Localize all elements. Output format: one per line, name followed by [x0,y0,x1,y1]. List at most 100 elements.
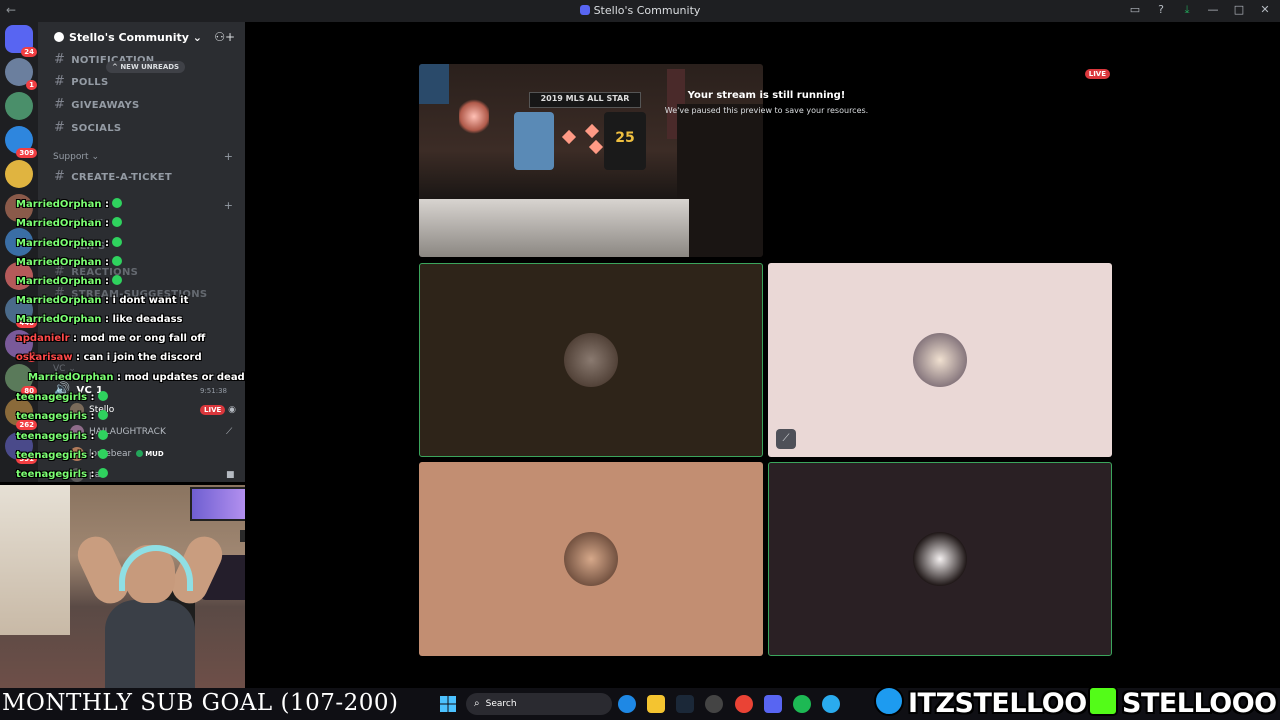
chat-message: MarriedOrphan : [16,198,122,210]
chat-username[interactable]: MarriedOrphan [16,295,102,306]
chat-text: : like deadass [105,313,183,325]
hash-icon: # [54,97,66,112]
telegram-icon[interactable] [822,695,840,713]
chat-message: oskarisaw : can i join the discord [16,352,202,363]
chat-message: MarriedOrphan : [16,236,122,249]
chat-username[interactable]: teenagegirls [16,469,87,480]
emote-icon [97,468,108,479]
chat-username[interactable]: MarriedOrphan [16,199,102,210]
chat-username[interactable]: MarriedOrphan [16,218,102,229]
chat-username[interactable]: teenagegirls [16,392,87,403]
chat-text: : i dont want it [105,294,189,306]
channel-giveaways[interactable]: # GIVEAWAYS [54,97,140,112]
guild-header[interactable]: Stello's Community ⌄ [54,31,202,44]
new-unreads-badge[interactable]: ^ NEW UNREADS [106,61,186,73]
guild-logo-icon [54,32,64,42]
chat-text: : [90,411,95,423]
participant-tile[interactable] [768,462,1112,656]
stream-paused-subtitle: We've paused this preview to save your r… [664,106,869,115]
voice-stage: 2019 MLS ALL STAR 25 LIVE Your stream is… [245,22,1280,688]
unread-count-badge: 1 [26,80,37,90]
channel-polls[interactable]: # POLLS [54,74,108,89]
chat-text: : can i join the discord [76,352,202,364]
title-bar: ← Stello's Community ▭ ? ⤓ — □ ✕ [0,0,1280,22]
server-icon[interactable]: 24 [5,25,37,57]
stream-paused-title: Your stream is still running! [687,90,846,101]
download-icon[interactable]: ⤓ [1180,3,1194,17]
invite-people-icon[interactable]: ⚇+ [214,30,235,44]
chat-username[interactable]: teenagegirls [16,431,87,442]
chat-username[interactable]: MarriedOrphan [16,314,102,325]
category-support[interactable]: Support ⌄ [53,152,99,162]
participant-tile[interactable] [419,462,763,656]
steam-icon[interactable] [676,695,694,713]
channel-socials[interactable]: # SOCIALS [54,120,121,135]
chevron-down-icon: ⌄ [192,31,202,44]
emote-icon [112,198,122,208]
chat-username[interactable]: teenagegirls [16,450,87,461]
avatar [913,333,967,387]
headset [119,545,193,591]
chat-timestamp: 9:51:38 [200,387,227,395]
hex-light [588,139,604,155]
shadow-area [677,104,763,257]
unread-count-badge: 309 [16,148,37,158]
chat-message: teenagegirls : [16,410,108,422]
sub-goal-text: MONTHLY SUB GOAL (107-200) [2,690,399,716]
hash-icon: # [54,52,66,67]
torso [105,600,195,688]
obs-icon[interactable] [705,695,723,713]
chat-message: teenagegirls : [16,391,108,403]
chat-message: MarriedOrphan : [16,275,122,287]
edge-icon[interactable] [618,695,636,713]
chat-text: : [90,392,95,403]
chat-text: : [105,199,109,210]
maximize-icon[interactable]: □ [1232,3,1246,17]
chat-username[interactable]: MarriedOrphan [28,372,114,383]
chat-username[interactable]: MarriedOrphan [16,276,102,287]
add-channel-icon[interactable]: + [224,150,233,163]
bed [419,199,689,257]
kick-handle: STELLOOO [1088,686,1277,719]
server-icon[interactable]: 309 [5,126,37,158]
close-icon[interactable]: ✕ [1258,3,1272,17]
participant-tile[interactable]: ⟋ [768,263,1112,457]
chat-username[interactable]: apdanielr [16,333,70,344]
chat-text: : [105,218,109,230]
chat-username[interactable]: teenagegirls [16,411,87,422]
streamer [71,525,229,688]
chat-text: : [90,449,95,461]
help-icon[interactable]: ? [1154,3,1168,17]
chrome-icon[interactable] [735,695,753,713]
chat-text: : [105,237,109,249]
windows-start-icon[interactable] [440,696,456,712]
emote-icon [97,429,108,440]
server-icon[interactable] [5,92,33,120]
inbox-icon[interactable]: ▭ [1128,3,1142,17]
emote-icon [112,255,122,266]
chat-username[interactable]: oskarisaw [16,352,73,363]
wall-flag [419,64,449,104]
chat-message: MarriedOrphan : [16,255,122,268]
window-title: Stello's Community [0,4,1280,17]
minimize-icon[interactable]: — [1206,3,1220,17]
chat-text: : [90,469,95,481]
discord-icon[interactable] [764,695,782,713]
taskbar-search[interactable]: ⌕ Search [466,693,612,715]
window-controls: ▭ ? ⤓ — □ ✕ [1128,3,1272,17]
chat-message: apdanielr : mod me or ong fall off [16,333,205,344]
server-icon[interactable]: 1 [5,58,37,90]
chat-username[interactable]: MarriedOrphan [16,257,102,268]
kick-icon [1088,686,1118,716]
chat-message: MarriedOrphan : i dont want it [16,295,188,306]
participant-tile[interactable] [419,263,763,457]
guild-icon [579,5,590,15]
mic-muted-icon[interactable]: ⟋ [776,429,796,449]
hash-icon: # [54,74,66,89]
twitter-handle: ITZSTELLOO [874,686,1087,719]
file-explorer-icon[interactable] [647,695,665,713]
jersey: 25 [604,112,646,170]
chat-username[interactable]: MarriedOrphan [16,238,102,249]
spotify-icon[interactable] [793,695,811,713]
avatar [564,532,618,586]
